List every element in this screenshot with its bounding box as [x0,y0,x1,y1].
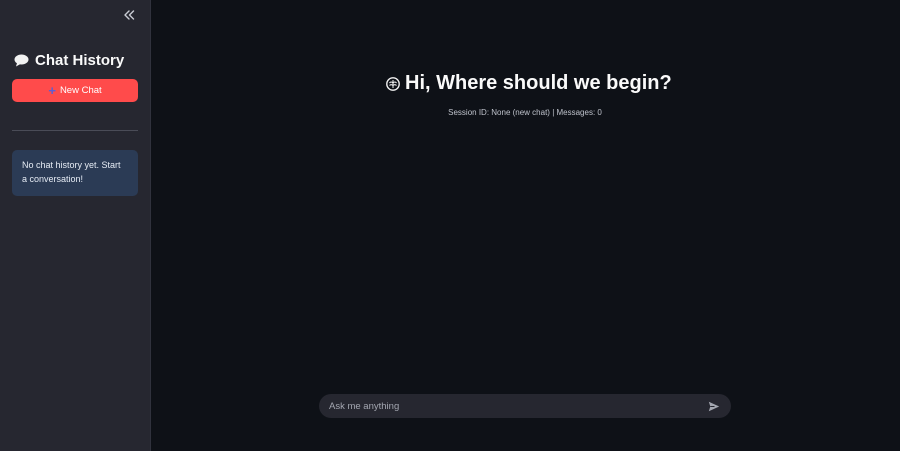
double-chevron-left-icon [124,10,135,20]
chat-input-bar [319,394,731,418]
empty-history-text: No chat history yet. Start a conversatio… [22,160,121,184]
sidebar-title-text: Chat History [35,52,125,69]
new-chat-button[interactable]: + New Chat [12,79,138,102]
speech-bubble-icon [14,54,29,67]
page-title: Hi, Where should we begin? [386,72,672,95]
collapse-sidebar-button[interactable] [118,6,140,24]
plus-icon: + [48,83,56,98]
brain-icon [386,76,400,91]
session-info: Session ID: None (new chat) | Messages: … [448,108,602,117]
empty-history-notice: No chat history yet. Start a conversatio… [12,150,138,196]
send-icon [708,401,720,411]
sidebar-divider [12,130,138,131]
sidebar: Chat History + New Chat No chat history … [0,0,151,451]
chat-input[interactable] [329,400,707,412]
app-root: Chat History + New Chat No chat history … [0,0,900,451]
page-title-text: Hi, Where should we begin? [405,72,672,94]
sidebar-title: Chat History [14,52,124,69]
new-chat-label: New Chat [59,85,102,96]
send-button[interactable] [707,399,721,413]
